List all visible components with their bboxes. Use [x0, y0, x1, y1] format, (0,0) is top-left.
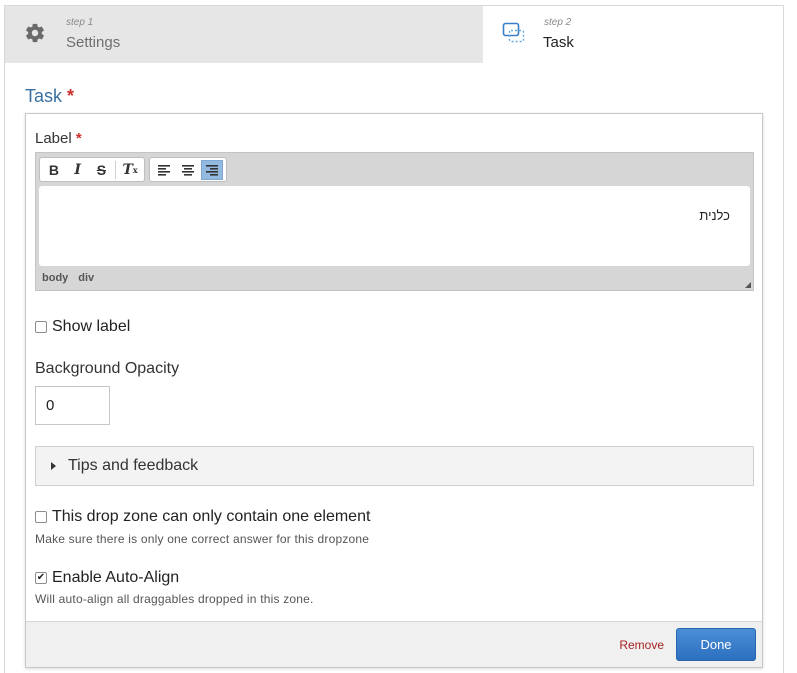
- strikethrough-button[interactable]: S: [91, 160, 113, 180]
- align-left-button[interactable]: [153, 160, 175, 180]
- bold-button[interactable]: B: [43, 160, 65, 180]
- required-marker: *: [75, 130, 82, 147]
- italic-button[interactable]: I: [67, 160, 89, 180]
- auto-align-checkbox[interactable]: ✔: [35, 572, 47, 584]
- remove-format-button[interactable]: Tx: [119, 160, 141, 180]
- tips-feedback-toggle[interactable]: Tips and feedback: [35, 446, 754, 486]
- auto-align-description: Will auto-align all draggables dropped i…: [35, 592, 314, 606]
- single-element-description: Make sure there is only one correct answ…: [35, 532, 370, 546]
- show-label-checkbox[interactable]: [35, 321, 47, 333]
- gear-icon: [24, 22, 46, 49]
- rich-text-editor: B I S Tx כלנית body div: [35, 152, 754, 291]
- tab-step-number: step 1: [66, 17, 94, 28]
- task-panel: Label * B I S Tx כלנית body div Show lab…: [25, 113, 763, 668]
- single-element-checkbox[interactable]: [35, 511, 47, 523]
- panel-footer: Remove Done: [26, 621, 762, 667]
- tab-title: Settings: [66, 34, 121, 51]
- toolbar-separator: [115, 160, 117, 179]
- resize-handle-icon[interactable]: [745, 282, 751, 288]
- tab-title: Task: [543, 34, 574, 51]
- caret-right-icon: [51, 462, 56, 470]
- show-label-text: Show label: [52, 318, 131, 335]
- path-element[interactable]: div: [78, 272, 94, 284]
- format-toolbar-group: B I S Tx: [39, 157, 145, 182]
- label-title-text: Label: [35, 130, 72, 147]
- background-opacity-label: Background Opacity: [35, 360, 180, 377]
- single-element-text: This drop zone can only contain one elem…: [52, 508, 371, 525]
- editor-frame: step 1 Settings step 2 Task Task * Label…: [4, 5, 784, 673]
- single-element-option[interactable]: This drop zone can only contain one elem…: [35, 508, 370, 526]
- path-element[interactable]: body: [42, 272, 68, 284]
- align-toolbar-group: [149, 157, 227, 182]
- done-button[interactable]: Done: [676, 628, 756, 661]
- remove-button[interactable]: Remove: [619, 638, 664, 652]
- auto-align-text: Enable Auto-Align: [52, 569, 180, 586]
- element-path-bar: body div: [42, 272, 94, 284]
- align-center-icon: [182, 164, 194, 176]
- align-right-icon: [206, 164, 218, 176]
- page-title: Task *: [25, 86, 74, 107]
- task-icon: [502, 22, 526, 49]
- editor-content-area[interactable]: כלנית: [39, 186, 750, 266]
- tab-step-number: step 2: [544, 17, 572, 28]
- label-field-title: Label *: [35, 130, 82, 147]
- wizard-tabs: step 1 Settings step 2 Task: [5, 6, 783, 63]
- align-left-icon: [158, 164, 170, 176]
- background-opacity-input[interactable]: 0: [35, 386, 110, 425]
- tab-task[interactable]: step 2 Task: [483, 6, 783, 63]
- auto-align-option[interactable]: ✔ Enable Auto-Align: [35, 569, 179, 587]
- tab-settings[interactable]: step 1 Settings: [5, 6, 483, 63]
- align-center-button[interactable]: [177, 160, 199, 180]
- show-label-option[interactable]: Show label: [35, 318, 130, 336]
- remove-format-glyph: T: [122, 161, 133, 178]
- editor-text: כלנית: [699, 208, 730, 223]
- required-marker: *: [67, 86, 75, 106]
- section-title-text: Task: [25, 86, 63, 106]
- tips-feedback-label: Tips and feedback: [68, 457, 199, 474]
- remove-format-sub: x: [132, 164, 138, 175]
- align-right-button[interactable]: [201, 159, 223, 180]
